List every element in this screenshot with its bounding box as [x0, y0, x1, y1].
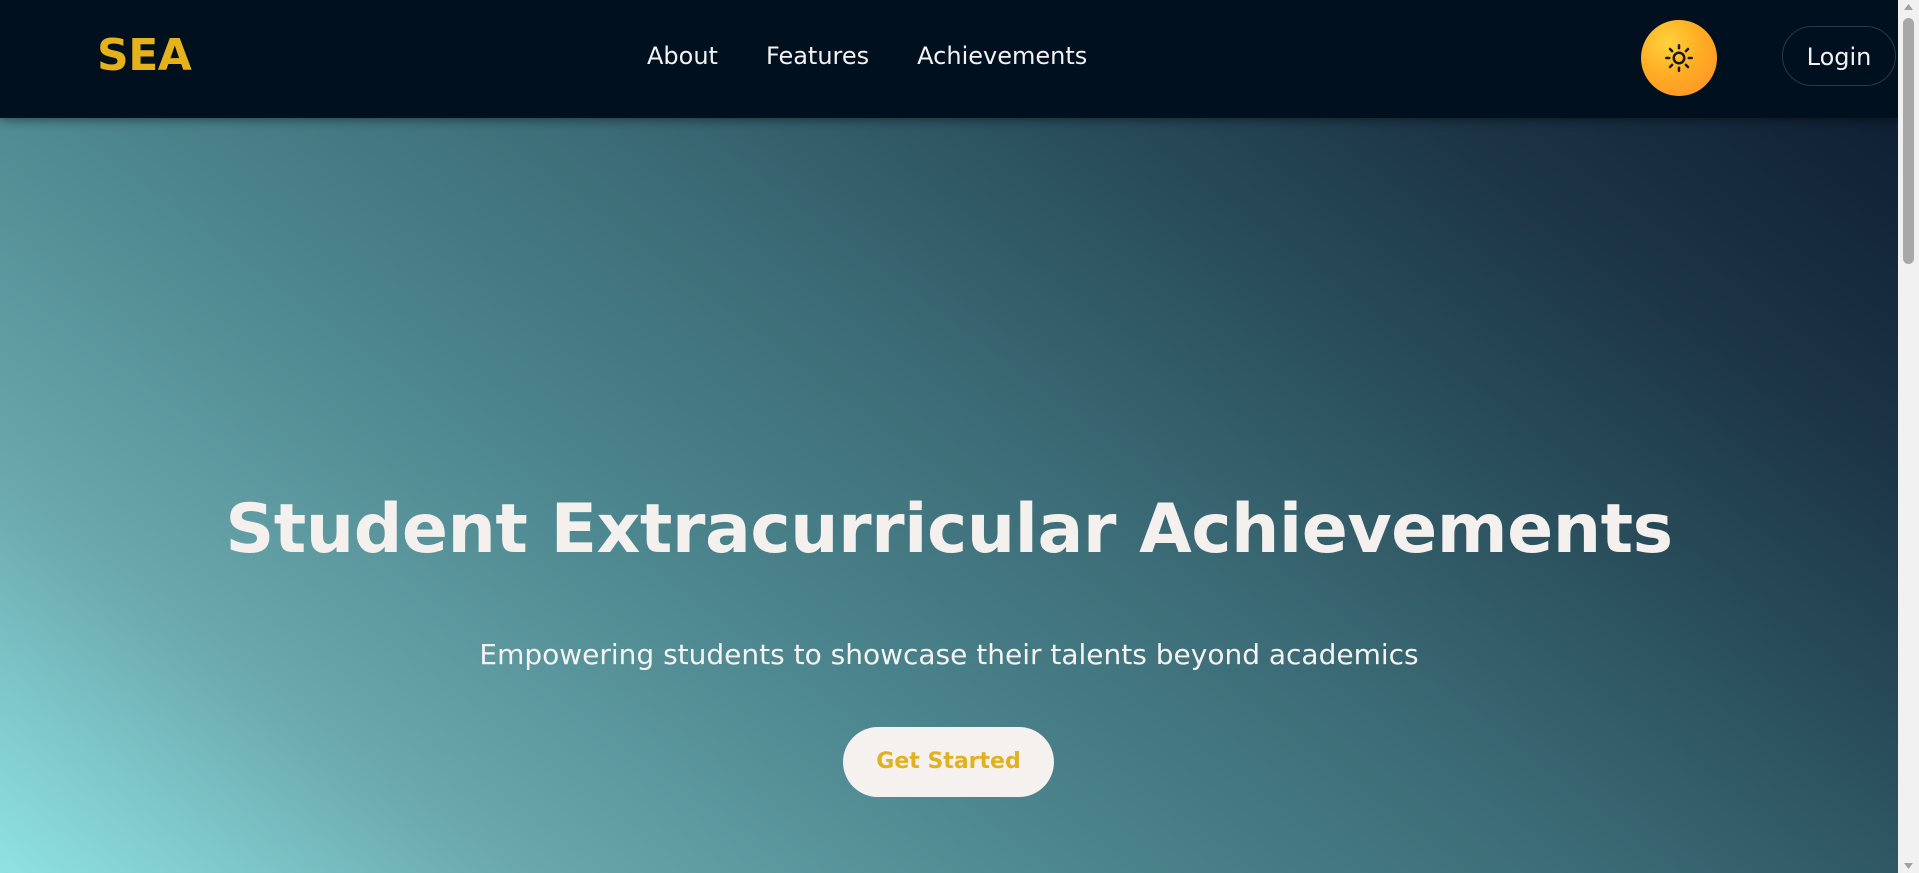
page: SEA About Features Achievements Login St… [0, 0, 1919, 873]
scroll-up-arrow[interactable] [1898, 0, 1919, 14]
hero-subtitle: Empowering students to showcase their ta… [479, 638, 1419, 671]
get-started-button[interactable]: Get Started [843, 727, 1054, 797]
login-button[interactable]: Login [1782, 26, 1896, 86]
hero-title: Student Extracurricular Achievements [225, 490, 1673, 569]
navbar: SEA About Features Achievements Login [0, 0, 1898, 118]
scroll-down-arrow[interactable] [1898, 859, 1919, 873]
scrollbar-thumb[interactable] [1903, 18, 1914, 264]
nav-link-features[interactable]: Features [766, 40, 869, 72]
vertical-scrollbar[interactable] [1898, 0, 1919, 873]
nav-links: About Features Achievements [647, 40, 1087, 72]
nav-link-about[interactable]: About [647, 40, 718, 72]
theme-toggle-button[interactable] [1641, 20, 1717, 96]
nav-link-achievements[interactable]: Achievements [917, 40, 1087, 72]
hero-section: Student Extracurricular Achievements Emp… [0, 118, 1898, 873]
sun-icon [1664, 43, 1694, 73]
brand-logo[interactable]: SEA [97, 28, 192, 84]
